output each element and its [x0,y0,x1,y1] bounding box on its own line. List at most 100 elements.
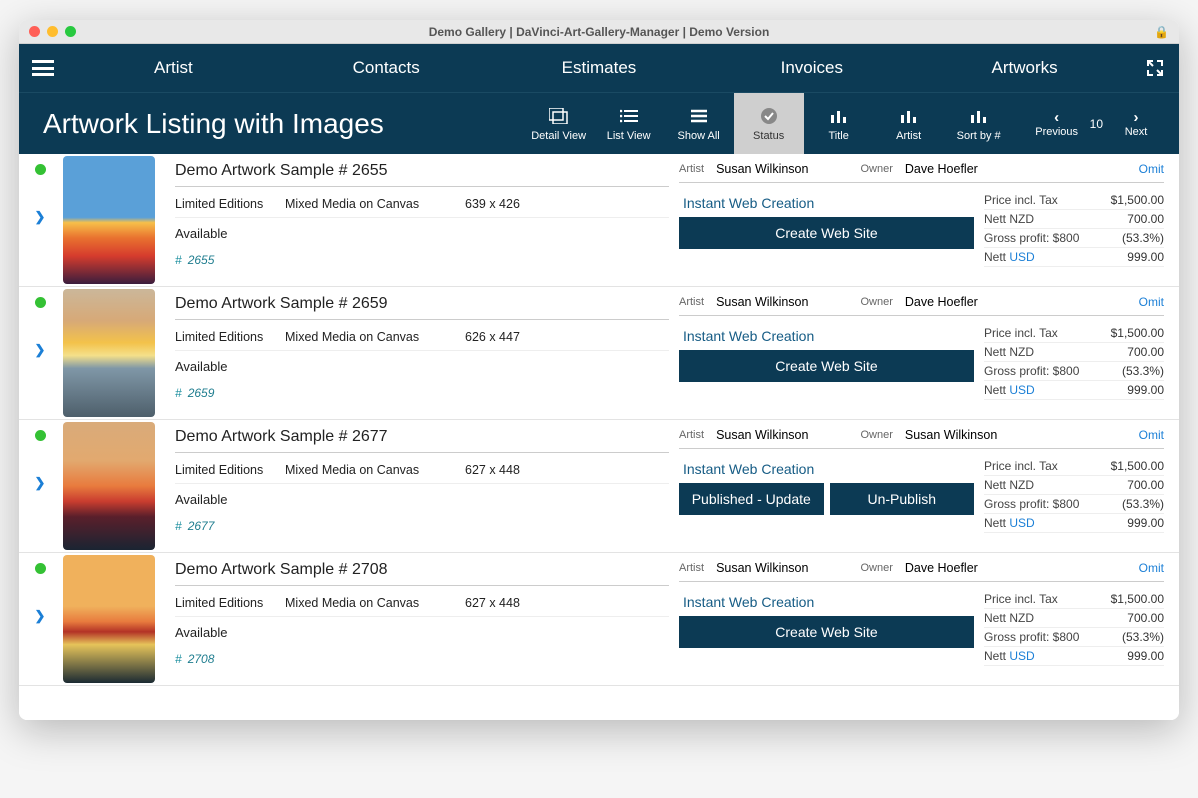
usd-link[interactable]: USD [1009,649,1034,663]
omit-link[interactable]: Omit [1139,295,1164,309]
financials: Price incl. Tax$1,500.00 Nett NZD700.00 … [984,324,1164,400]
dimensions-label: 627 x 448 [465,463,555,477]
artwork-side-panel: Artist Susan Wilkinson Owner Dave Hoefle… [679,553,1179,685]
nav-estimates[interactable]: Estimates [493,58,706,78]
owner-name: Dave Hoefler [905,561,978,575]
owner-label: Owner [860,296,892,308]
nett-usd-value: 999.00 [1127,250,1164,264]
fullscreen-button[interactable] [1131,59,1179,77]
edition-label: Limited Editions [175,197,285,211]
detail-view-icon [549,106,569,126]
list-view-icon [620,106,638,126]
artwork-thumbnail[interactable] [61,154,157,286]
tool-detail-view[interactable]: Detail View [524,93,594,155]
nett-nzd-label: Nett NZD [984,345,1034,359]
tool-list-view[interactable]: List View [594,93,664,155]
omit-link[interactable]: Omit [1139,561,1164,575]
omit-link[interactable]: Omit [1139,428,1164,442]
bars-icon [900,106,918,126]
expand-row-button[interactable]: ❯ [35,475,46,491]
artwork-thumbnail[interactable] [61,553,157,685]
pager-prev-label: Previous [1035,126,1078,138]
row-gutter: ❯ [19,553,61,685]
top-nav: Artist Contacts Estimates Invoices Artwo… [19,44,1179,92]
expand-row-button[interactable]: ❯ [35,608,46,624]
nav-contacts[interactable]: Contacts [280,58,493,78]
tool-label: Status [753,130,784,142]
thumbnail-image [63,422,155,550]
menu-button[interactable] [19,60,67,76]
nett-nzd-label: Nett NZD [984,611,1034,625]
medium-label: Mixed Media on Canvas [285,330,465,344]
gross-profit-label: Gross profit: $800 [984,497,1079,511]
artist-name: Susan Wilkinson [716,162,808,176]
instant-web-label: Instant Web Creation [683,195,974,211]
row-gutter: ❯ [19,154,61,286]
sub-header: Artwork Listing with Images Detail View … [19,92,1179,154]
usd-link[interactable]: USD [1009,516,1034,530]
price-incl-tax-label: Price incl. Tax [984,193,1058,207]
tool-sort-artist[interactable]: Artist [874,93,944,155]
pager-count: 10 [1090,117,1103,131]
expand-row-button[interactable]: ❯ [35,342,46,358]
create-website-button[interactable]: Create Web Site [679,217,974,249]
chevron-right-icon: › [1134,109,1139,126]
tool-show-all[interactable]: Show All [664,93,734,155]
status-dot-icon [35,164,46,175]
artwork-thumbnail[interactable] [61,420,157,552]
owner-name: Susan Wilkinson [905,428,997,442]
owner-name: Dave Hoefler [905,162,978,176]
row-gutter: ❯ [19,420,61,552]
tool-label: List View [607,130,651,142]
artwork-row: ❯ Demo Artwork Sample # 2659 Limited Edi… [19,287,1179,420]
artwork-title: Demo Artwork Sample # 2708 [175,561,669,586]
artist-name: Susan Wilkinson [716,428,808,442]
tool-label: Artist [896,130,921,142]
create-website-button[interactable]: Create Web Site [679,616,974,648]
web-creation-area: Instant Web Creation Create Web Site [679,590,974,666]
artist-label: Artist [679,429,704,441]
tool-label: Show All [678,130,720,142]
pager-next-label: Next [1125,126,1148,138]
edition-label: Limited Editions [175,330,285,344]
artwork-side-panel: Artist Susan Wilkinson Owner Dave Hoefle… [679,287,1179,419]
gross-profit-label: Gross profit: $800 [984,364,1079,378]
price-incl-tax-value: $1,500.00 [1111,459,1164,473]
tool-sort-title[interactable]: Title [804,93,874,155]
artwork-thumbnail[interactable] [61,287,157,419]
financials: Price incl. Tax$1,500.00 Nett NZD700.00 … [984,191,1164,267]
status-icon [760,106,778,126]
omit-link[interactable]: Omit [1139,162,1164,176]
availability-label: Available [175,484,669,515]
artwork-id: #2708 [175,648,669,670]
usd-link[interactable]: USD [1009,383,1034,397]
nav-artworks[interactable]: Artworks [918,58,1131,78]
tool-sort-status[interactable]: Status [734,93,804,155]
availability-label: Available [175,351,669,382]
artwork-title: Demo Artwork Sample # 2659 [175,295,669,320]
published-update-button[interactable]: Published - Update [679,483,824,515]
price-incl-tax-value: $1,500.00 [1111,592,1164,606]
status-dot-icon [35,297,46,308]
previous-button[interactable]: ‹ Previous [1032,109,1082,138]
chevron-left-icon: ‹ [1054,109,1059,126]
price-incl-tax-value: $1,500.00 [1111,326,1164,340]
price-incl-tax-label: Price incl. Tax [984,459,1058,473]
artwork-list[interactable]: ❯ Demo Artwork Sample # 2655 Limited Edi… [19,154,1179,720]
unpublish-button[interactable]: Un-Publish [830,483,975,515]
create-website-button[interactable]: Create Web Site [679,350,974,382]
lock-icon: 🔒 [1154,25,1169,39]
thumbnail-image [63,156,155,284]
artwork-id: #2655 [175,249,669,271]
titlebar: Demo Gallery | DaVinci-Art-Gallery-Manag… [19,20,1179,44]
nett-nzd-value: 700.00 [1127,611,1164,625]
edition-label: Limited Editions [175,463,285,477]
next-button[interactable]: › Next [1111,109,1161,138]
nav-artist[interactable]: Artist [67,58,280,78]
artwork-details: Demo Artwork Sample # 2659 Limited Editi… [157,287,679,419]
nav-invoices[interactable]: Invoices [705,58,918,78]
expand-row-button[interactable]: ❯ [35,209,46,225]
usd-link[interactable]: USD [1009,250,1034,264]
tool-sort-number[interactable]: Sort by # [944,93,1014,155]
nett-usd-value: 999.00 [1127,516,1164,530]
